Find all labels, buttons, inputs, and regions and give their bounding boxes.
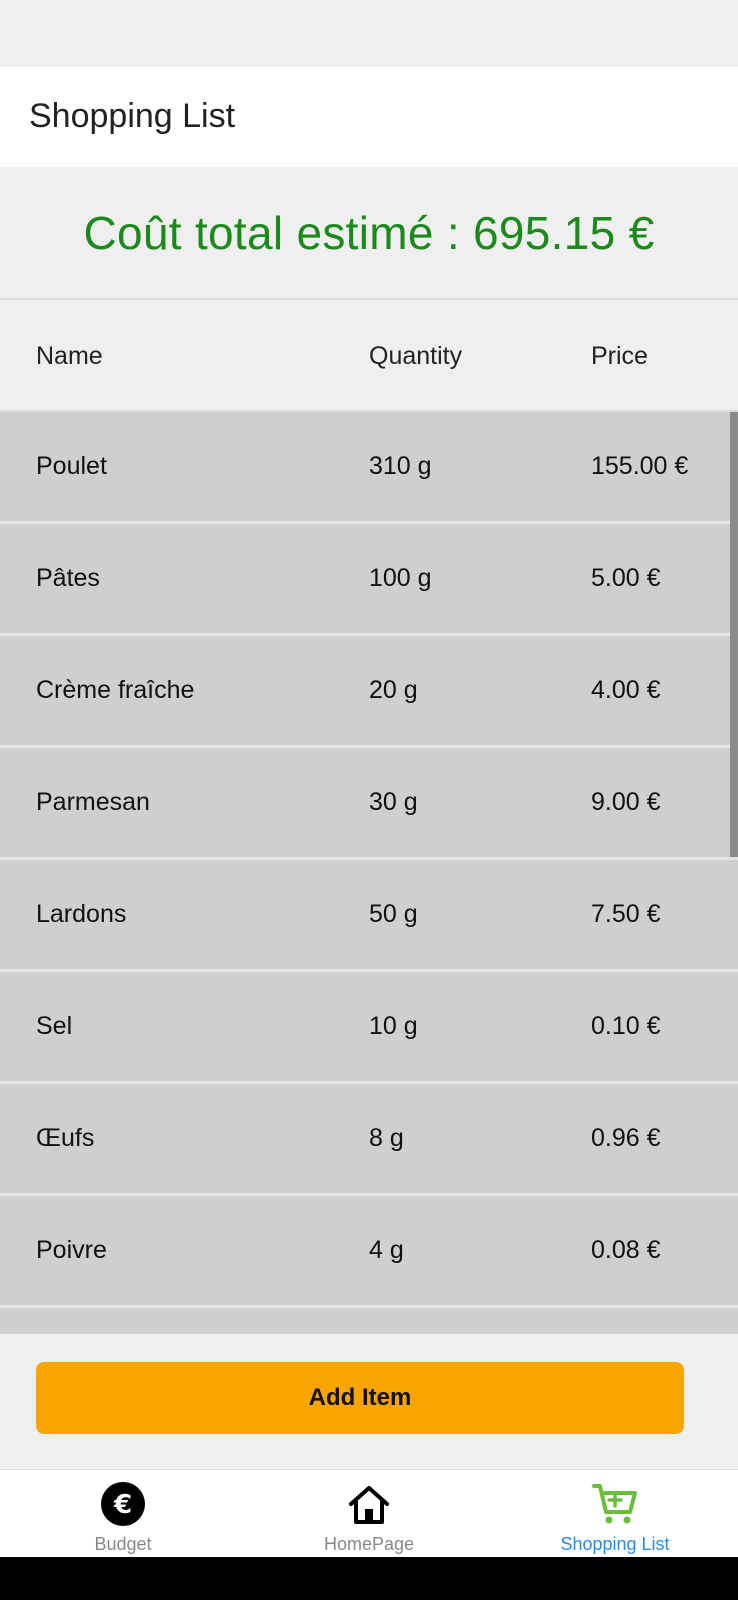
item-price: 9.00 € <box>591 788 661 816</box>
nav-label-budget: Budget <box>94 1534 152 1554</box>
item-price: 7.50 € <box>591 900 661 928</box>
item-quantity: 20 g <box>369 676 418 704</box>
item-quantity: 8 g <box>369 1124 404 1152</box>
item-quantity: 4 g <box>369 1236 404 1264</box>
table-row[interactable]: Sel 10 g 0.10 € <box>0 972 738 1084</box>
item-price: 4.00 € <box>591 676 661 704</box>
table-row[interactable]: Pâtes 100 g 5.00 € <box>0 524 738 636</box>
item-name: Crème fraîche <box>36 676 195 704</box>
item-name: Parmesan <box>36 788 150 816</box>
item-name: Lardons <box>36 900 127 928</box>
table-row[interactable]: Poulet 310 g 155.00 € <box>0 412 738 524</box>
total-cost-text: Coût total estimé : 695.15 € <box>83 206 655 259</box>
svg-text:€: € <box>113 1490 132 1520</box>
table-row[interactable]: Parmesan 30 g 9.00 € <box>0 748 738 860</box>
item-quantity: 30 g <box>369 788 418 816</box>
shopping-list-table[interactable]: Poulet 310 g 155.00 € Pâtes 100 g 5.00 €… <box>0 412 738 1334</box>
item-name: Sel <box>36 1012 73 1040</box>
cart-icon <box>592 1484 637 1524</box>
item-price: 0.10 € <box>591 1012 661 1040</box>
item-quantity: 50 g <box>369 900 418 928</box>
item-name: Œufs <box>36 1124 95 1152</box>
nav-label-homepage: HomePage <box>323 1534 415 1554</box>
system-navigation-bar <box>0 1557 738 1600</box>
item-quantity: 10 g <box>369 1012 418 1040</box>
app-bar: Shopping List <box>0 67 738 167</box>
column-header-name: Name <box>36 342 103 370</box>
item-price: 0.96 € <box>591 1124 661 1152</box>
nav-item-homepage[interactable]: HomePage <box>246 1470 492 1558</box>
table-header: Name Quantity Price <box>0 302 738 412</box>
total-cost-banner: Coût total estimé : 695.15 € <box>0 167 738 300</box>
scrollbar[interactable] <box>730 412 738 857</box>
item-quantity: 310 g <box>369 452 432 480</box>
column-header-price: Price <box>591 342 648 370</box>
status-bar <box>0 0 738 67</box>
table-row[interactable]: Poivre 4 g 0.08 € <box>0 1196 738 1308</box>
column-header-quantity: Quantity <box>369 342 463 370</box>
item-name: Pâtes <box>36 564 100 592</box>
table-row[interactable]: Lardons 50 g 7.50 € <box>0 860 738 972</box>
add-item-button[interactable]: Add Item <box>36 1362 684 1434</box>
bottom-navigation: € Budget HomePage Shopping List <box>0 1469 738 1557</box>
item-price: 155.00 € <box>591 452 689 480</box>
nav-label-shopping-list: Shopping List <box>560 1534 670 1554</box>
item-price: 5.00 € <box>591 564 661 592</box>
nav-item-budget[interactable]: € Budget <box>0 1470 246 1558</box>
action-area: Add Item <box>0 1334 738 1469</box>
table-row[interactable]: Œufs 8 g 0.96 € <box>0 1084 738 1196</box>
table-row[interactable]: Crème fraîche 20 g 4.00 € <box>0 636 738 748</box>
item-quantity: 100 g <box>369 564 432 592</box>
page-title: Shopping List <box>29 97 236 135</box>
item-name: Poivre <box>36 1236 107 1264</box>
euro-icon: € <box>101 1482 145 1526</box>
item-price: 0.08 € <box>591 1236 661 1264</box>
home-icon <box>349 1486 389 1524</box>
nav-item-shopping-list[interactable]: Shopping List <box>492 1470 738 1558</box>
item-name: Poulet <box>36 452 107 480</box>
